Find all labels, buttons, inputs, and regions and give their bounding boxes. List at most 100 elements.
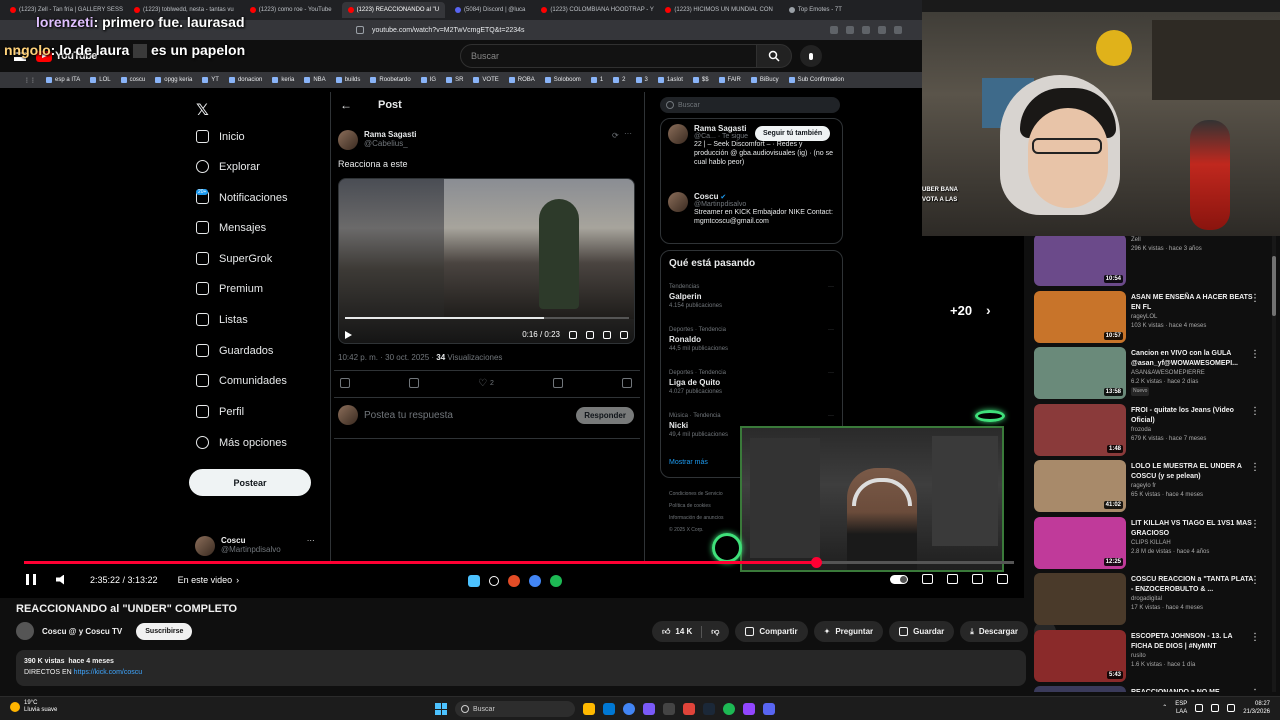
video-thumbnail[interactable]: 12:25 [1034,516,1126,569]
footer-link[interactable]: Condiciones de Servicio [669,488,739,500]
recommended-video[interactable]: 10:57 ASAN ME ENSEÑA A HACER BEATS EN FL r… [1034,290,1280,343]
battery-icon[interactable] [1227,704,1236,712]
nav-item-bell[interactable]: Notificaciones [196,191,287,204]
search-input[interactable]: Buscar [460,44,760,68]
footer-link[interactable]: Información de anuncios [669,512,739,524]
x-logo-icon[interactable]: 𝕏 [196,100,209,120]
discord-icon[interactable] [763,703,775,715]
more-vert-icon[interactable]: ⋮ [1250,575,1260,586]
nav-item-more-circle[interactable]: Más opciones [196,436,287,449]
bookmark-icon[interactable] [552,378,563,388]
scrollbar-thumb[interactable] [1272,256,1276,316]
embedded-video-progress[interactable] [345,317,629,319]
recommended-video-title[interactable]: COSCU REACCION a "TANTA PLATA - ENZOCERO… [1131,575,1255,595]
more-vert-icon[interactable]: ⋮ [1250,688,1260,692]
channel-name[interactable]: Coscu @ y Coscu TV [42,627,122,636]
video-thumbnail[interactable]: 1:48 [1034,403,1126,456]
suggestion-name[interactable]: Coscu [694,192,718,201]
chapter-button[interactable]: En este video › [178,575,240,585]
subtitles-icon[interactable] [922,574,933,584]
more-vert-icon[interactable]: ⋮ [1250,406,1260,417]
post-author-name[interactable]: Rama Sagasti [364,130,416,139]
chrome-icon[interactable] [623,703,635,715]
more-vert-icon[interactable]: ⋮ [1250,519,1260,530]
steam-icon[interactable] [703,703,715,715]
more-vert-icon[interactable]: ⋮ [1250,462,1260,473]
more-vert-icon[interactable]: ⋮ [1250,349,1260,360]
nav-item-people[interactable]: Comunidades [196,374,287,387]
browser-tab[interactable]: (1223) como roe - YouTube [244,2,338,18]
search-button[interactable] [756,44,792,68]
bookmark-item[interactable]: 1 [590,77,603,83]
recommended-channel[interactable]: rageylo fr [1131,482,1255,491]
edge-icon[interactable] [603,703,615,715]
recommended-video[interactable]: 13:58 Cancion en VIVO con la GULA @asan_y… [1034,347,1280,399]
recommended-channel[interactable]: rusito [1131,652,1255,661]
bookmark-item[interactable]: ROBA [508,77,535,83]
browser-tab[interactable]: (5084) Discord | @luca [449,2,531,18]
recommended-video[interactable]: 5:43 ESCOPETA JOHNSON - 13. LA FICHA DE D… [1034,629,1280,682]
embedded-video[interactable]: 0:16 / 0:23 [338,178,635,344]
bookmark-item[interactable]: Soloboom [544,77,581,83]
download-button[interactable]: ⤓ Descargar [960,621,1028,642]
show-more-link[interactable]: Mostrar más [669,459,708,466]
bookmark-item[interactable]: coscu [120,77,145,83]
repost-icon[interactable] [409,378,420,388]
recommended-video-title[interactable]: LOLO LE MUESTRA EL UNDER A COSCU (y se p… [1131,462,1255,482]
bookmark-item[interactable]: Sub Confirmation [788,77,844,83]
video-player[interactable]: 𝕏 Inicio Explorar Notificaciones Mensajes Su… [0,88,1024,598]
back-arrow-icon[interactable]: ← [340,98,352,112]
recommended-channel[interactable]: drogadigital [1131,595,1255,604]
more-dots-icon[interactable]: ··· [828,326,834,334]
bookmark-item[interactable]: LOL [90,77,111,83]
file-explorer-icon[interactable] [583,703,595,715]
video-thumbnail[interactable]: 13:58 [1034,347,1126,399]
trend-item[interactable]: Deportes · Tendencia Liga de Quito 4.027 p… [669,369,834,396]
bookmark-item[interactable]: BiBucy [750,77,779,83]
bookmark-item[interactable]: FAIR [718,77,741,83]
keyboard-layout[interactable]: LAA [1175,708,1187,716]
wifi-icon[interactable] [1195,704,1204,712]
fullscreen-icon[interactable] [620,330,628,339]
nav-item-list[interactable]: Listas [196,313,248,326]
bookmark-item[interactable]: IG [420,77,436,83]
nav-item-grok[interactable]: SuperGrok [196,252,272,265]
reply-button[interactable]: Responder [576,406,634,424]
recommended-channel[interactable]: ASAN&AWESOMEPIERRE [1131,369,1255,378]
bookmark-item[interactable]: 1aslot [657,77,683,83]
recommended-video-title[interactable]: REACCIONANDO a NO ME [1131,688,1255,692]
nav-item-x-logo[interactable]: Premium [196,282,263,295]
account-switcher[interactable]: Coscu @Martinpdisalvo ··· [195,536,315,556]
suggestion-name[interactable]: Rama Sagasti [694,124,746,133]
bookmark-item[interactable]: donacion [228,77,262,83]
bookmark-item[interactable]: VOTE [473,77,499,83]
video-thumbnail[interactable]: 5:43 [1034,629,1126,682]
more-vert-icon[interactable]: ⋮ [1250,293,1260,304]
avatar[interactable] [338,130,358,150]
footer-link[interactable]: Política de cookies [669,500,739,512]
profile-icon[interactable] [894,26,902,34]
bookmark-item[interactable]: YT [202,77,219,83]
bookmark-item[interactable]: 2 [613,77,626,83]
browser-tab[interactable]: Top Emotes - 7T [783,2,848,18]
taskbar-search[interactable]: Buscar [455,701,575,717]
recommended-video-title[interactable]: ESCOPETA JOHNSON - 13. LA FICHA DE DIOS … [1131,632,1255,652]
miniplayer-icon[interactable] [972,574,983,584]
recommended-channel[interactable]: Zell [1131,236,1255,245]
recommended-video[interactable]: 10:54 Zell 296 K vistas · hace 3 años [1034,236,1280,286]
nav-item-mail[interactable]: Mensajes [196,221,266,234]
bookmark-item[interactable]: 3 [635,77,648,83]
video-progress-bar[interactable] [24,557,1014,568]
video-thumbnail[interactable]: 10:54 [1034,236,1126,286]
brave-icon[interactable] [683,703,695,715]
like-dislike-button[interactable]: 👍︎ 14 K 👎︎ [652,621,730,642]
bookmark-item[interactable]: esp a ITA [46,77,80,83]
avatar[interactable] [668,124,688,144]
scrollbar[interactable] [1272,236,1276,692]
recommended-video[interactable]: 1:48 FROI - quitate los Jeans (Video Ofic… [1034,403,1280,456]
recommended-channel[interactable]: rageyLOL [1131,313,1255,322]
speaker-icon[interactable] [1211,704,1220,712]
user-suggestion[interactable]: Coscu ✔ @Martinpdisalvo Streamer en KICK E… [668,192,838,226]
post-button[interactable]: Postear [189,469,311,496]
clock-date[interactable]: 21/3/2026 [1243,708,1270,716]
